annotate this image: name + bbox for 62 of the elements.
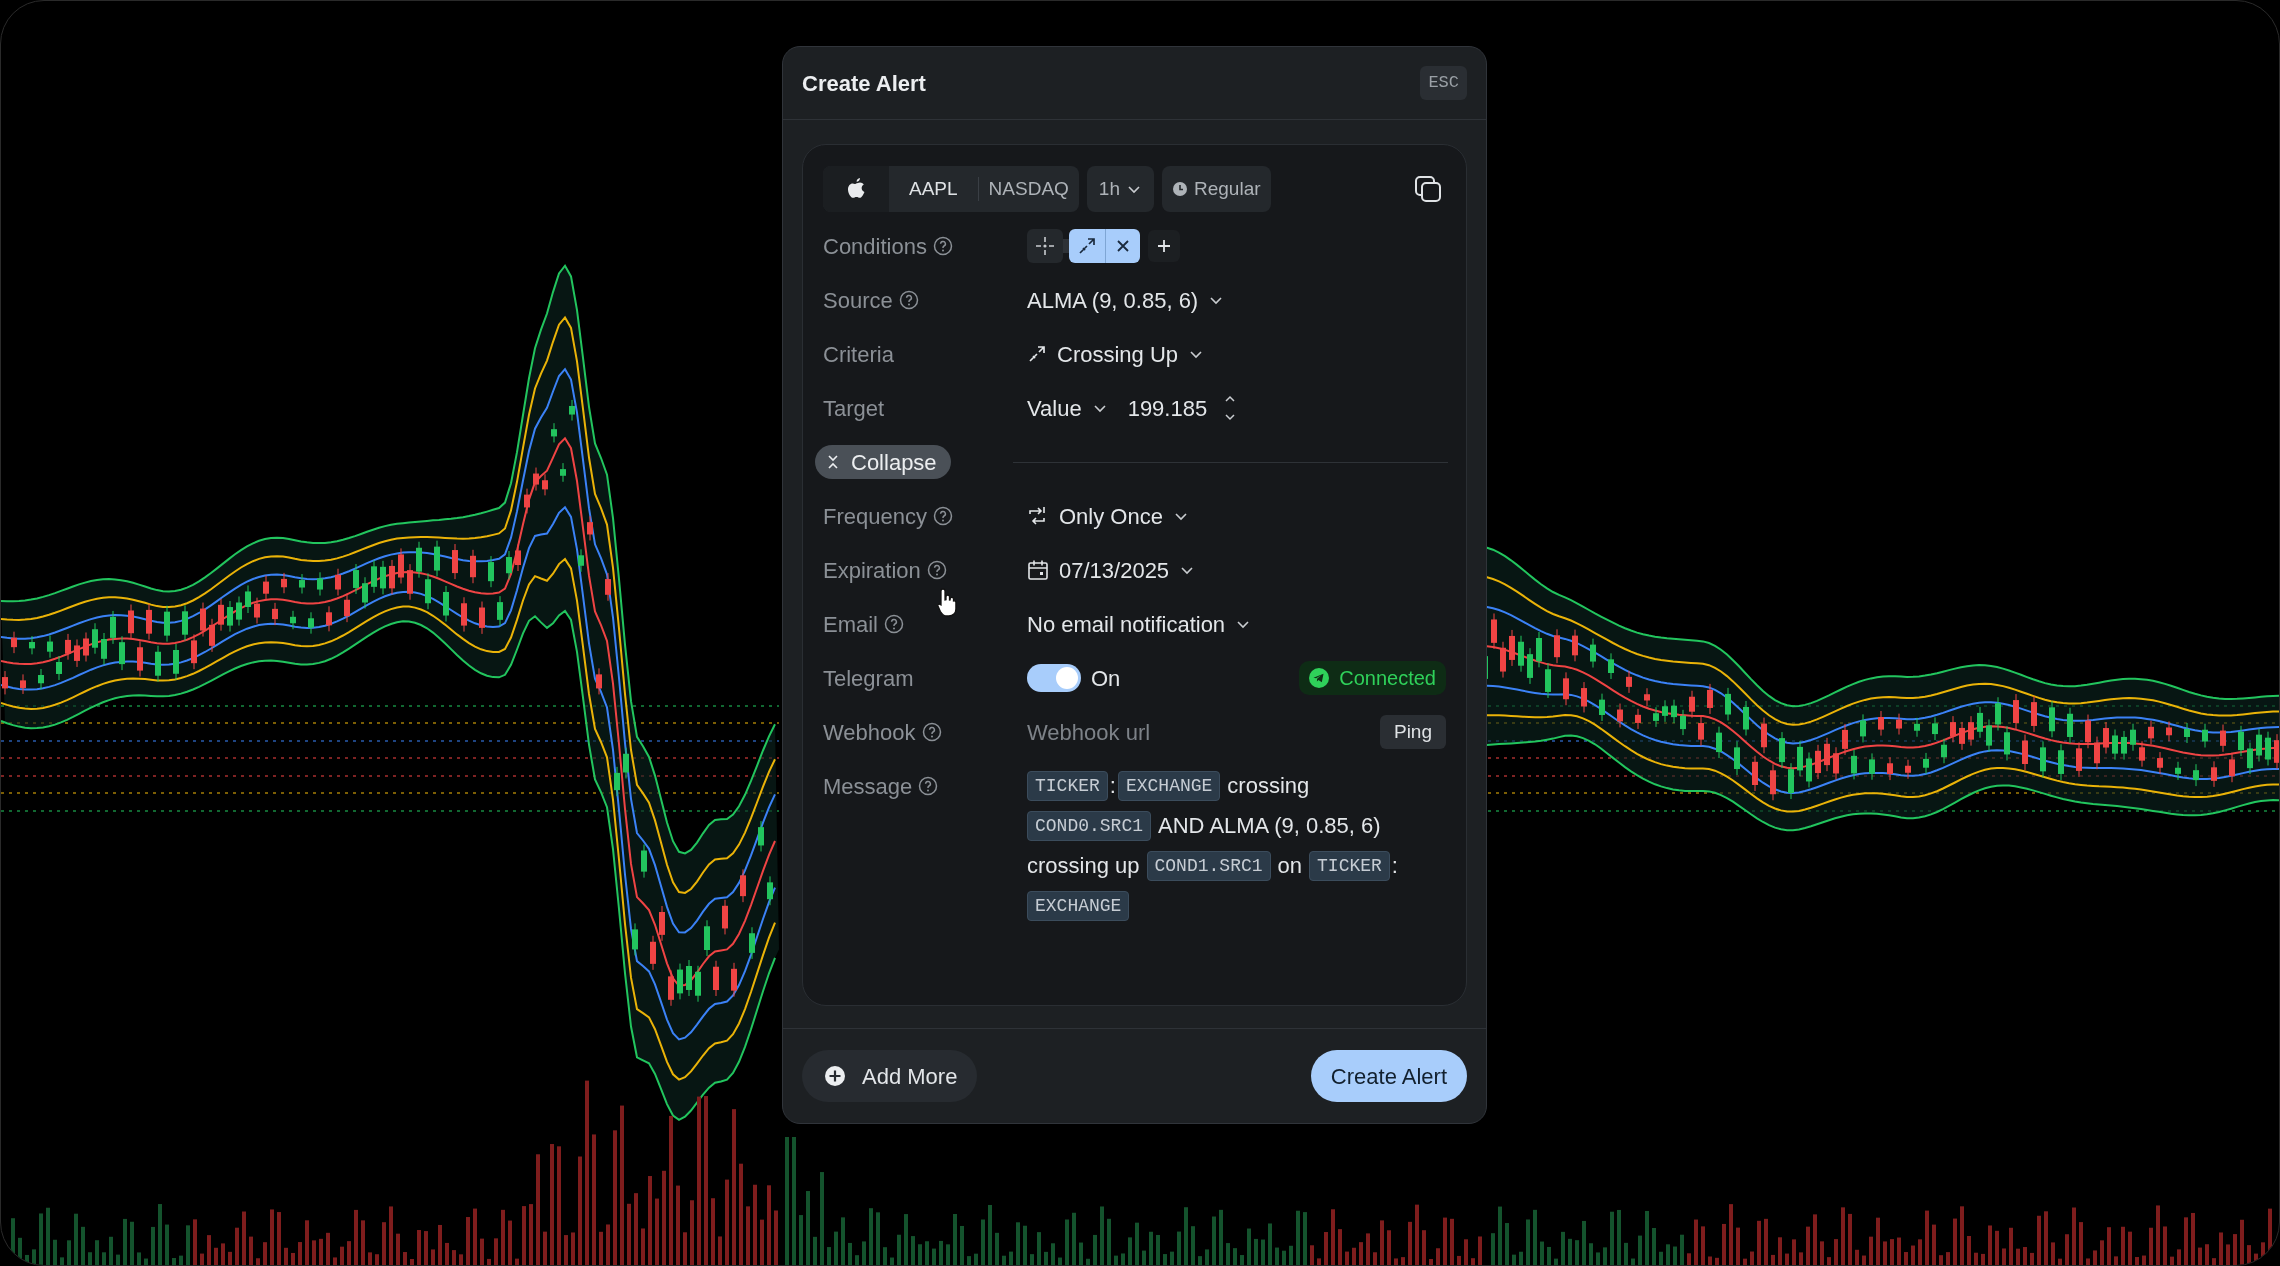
expiration-date-dropdown[interactable]: 07/13/2025 <box>1027 553 1196 587</box>
field-label: Frequency <box>823 502 927 531</box>
field-label: Webhook <box>823 718 916 747</box>
webhook-url-field[interactable]: Webhook url <box>1027 715 1380 749</box>
close-icon <box>1115 238 1131 254</box>
interval-dropdown[interactable]: 1h <box>1086 166 1154 212</box>
crosshair-condition-button[interactable] <box>1027 229 1063 263</box>
exchange-label: NASDAQ <box>987 176 1070 201</box>
ticker-label: AAPL <box>908 176 959 201</box>
field-label: Email <box>823 610 878 639</box>
collapse-arrows-icon <box>827 455 839 469</box>
field-label: Conditions <box>823 232 927 261</box>
field-label: Source <box>823 286 893 315</box>
plus-icon <box>1156 238 1172 254</box>
connected-status-badge: Connected <box>1299 661 1446 695</box>
variable-token: TICKER <box>1027 771 1108 801</box>
field-label: Expiration <box>823 556 921 585</box>
field-label: Target <box>823 394 885 423</box>
stepper-icon <box>1223 393 1238 423</box>
add-condition-button[interactable] <box>1148 230 1180 262</box>
escape-key-button[interactable]: ESC <box>1420 66 1467 100</box>
message-text: crossing up <box>1027 852 1140 880</box>
dialog-title: Create Alert <box>802 69 926 98</box>
create-alert-button[interactable]: Create Alert <box>1310 1050 1467 1102</box>
crosshair-icon <box>1035 236 1055 256</box>
variable-token: TICKER <box>1309 851 1390 881</box>
crossing-up-condition-button[interactable] <box>1069 229 1105 263</box>
plus-circle-icon <box>824 1065 846 1087</box>
telegram-icon <box>1309 668 1330 688</box>
apple-icon <box>845 177 867 201</box>
message-text: : <box>1109 772 1116 800</box>
hand-cursor-icon <box>937 587 959 617</box>
field-label: Criteria <box>823 340 894 369</box>
field-label: Message <box>823 772 913 801</box>
symbol-selector[interactable]: AAPL NASDAQ <box>823 166 1079 212</box>
condition-connector <box>1063 239 1069 253</box>
target-value-field[interactable]: 199.185 <box>1127 391 1238 425</box>
target-type-dropdown[interactable]: Value <box>1027 391 1108 425</box>
add-more-button[interactable]: Add More <box>802 1050 978 1102</box>
email-dropdown[interactable]: No email notification <box>1027 607 1252 641</box>
session-dropdown[interactable]: Regular <box>1162 166 1271 212</box>
clock-icon <box>1172 181 1188 197</box>
ping-button[interactable]: Ping <box>1379 715 1446 749</box>
variable-token: COND0.SRC1 <box>1027 811 1152 841</box>
toggle-state-label: On <box>1091 664 1121 693</box>
message-text: AND ALMA (9, 0.85, 6) <box>1158 812 1381 840</box>
crossing-up-icon <box>1077 236 1097 256</box>
calendar-icon <box>1027 559 1049 581</box>
crossing-up-icon <box>1027 344 1047 364</box>
message-text: on <box>1277 852 1303 880</box>
field-label: Telegram <box>823 664 914 693</box>
message-text: : <box>1391 852 1398 880</box>
message-text: crossing <box>1227 772 1310 800</box>
variable-token: COND1.SRC1 <box>1146 851 1271 881</box>
frequency-dropdown[interactable]: Only Once <box>1027 499 1189 533</box>
telegram-toggle[interactable] <box>1027 664 1081 692</box>
source-dropdown[interactable]: ALMA (9, 0.85, 6) <box>1027 283 1225 317</box>
criteria-dropdown[interactable]: Crossing Up <box>1027 337 1205 371</box>
variable-token: EXCHANGE <box>1117 771 1221 801</box>
collapse-button[interactable]: Collapse <box>815 445 951 479</box>
remove-condition-button[interactable] <box>1106 229 1140 263</box>
variable-token: EXCHANGE <box>1027 891 1130 921</box>
